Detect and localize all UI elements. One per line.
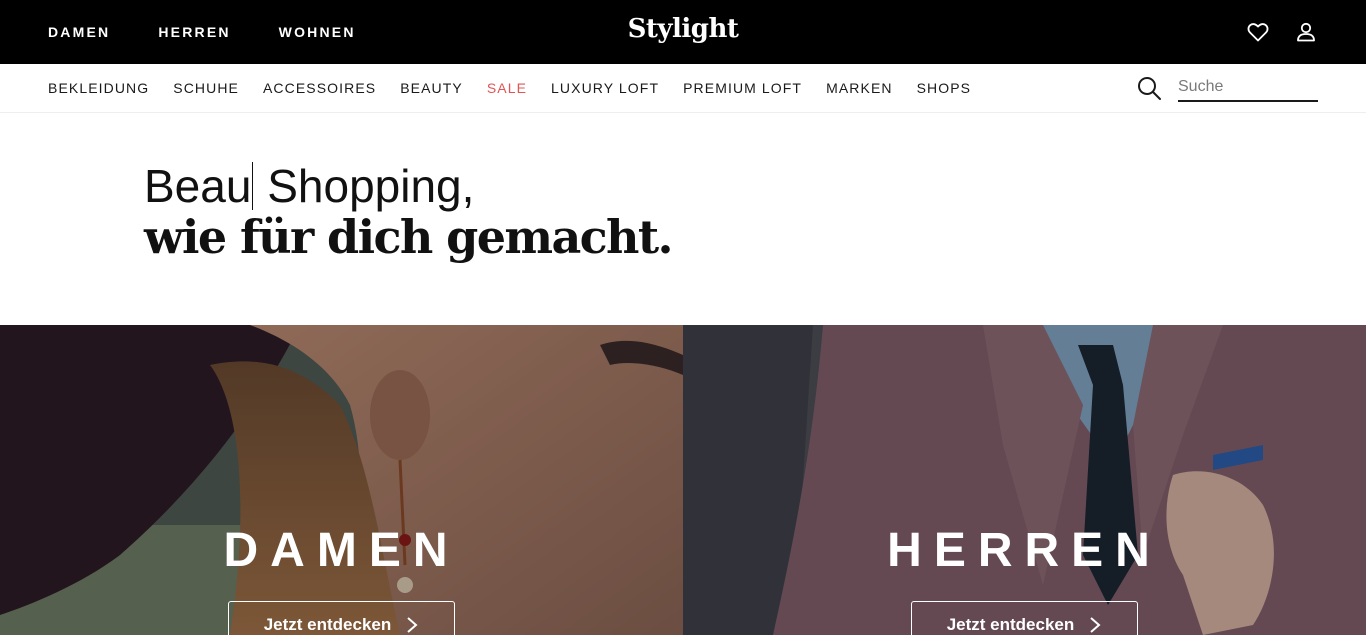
chevron-right-icon <box>407 617 418 633</box>
chevron-right-icon <box>1090 617 1101 633</box>
category-beauty[interactable]: BEAUTY <box>400 80 463 96</box>
top-bar: DAMEN HERREN WOHNEN Stylight <box>0 0 1366 64</box>
account-icons <box>1222 0 1318 64</box>
hero-line-2: wie für dich gemacht. <box>144 210 674 264</box>
gender-nav: DAMEN HERREN WOHNEN <box>48 0 404 64</box>
category-marken[interactable]: MARKEN <box>826 80 893 96</box>
search-box <box>1136 74 1318 102</box>
damen-panel-image <box>0 325 683 635</box>
hero-line-1-rest: Shopping, <box>254 160 475 212</box>
herren-panel[interactable]: HERREN Jetzt entdecken <box>683 325 1366 635</box>
category-shops[interactable]: SHOPS <box>917 80 972 96</box>
damen-cta-label: Jetzt entdecken <box>263 615 392 634</box>
category-premium-loft[interactable]: PREMIUM LOFT <box>683 80 802 96</box>
hero-headline: Beau Shopping, wie für dich gemacht. <box>144 160 674 264</box>
herren-panel-image <box>683 325 1366 635</box>
nav-wohnen[interactable]: WOHNEN <box>279 24 356 40</box>
category-sale[interactable]: SALE <box>487 80 527 96</box>
nav-damen[interactable]: DAMEN <box>48 24 110 40</box>
herren-title: HERREN <box>887 524 1162 577</box>
search-icon[interactable] <box>1136 75 1162 101</box>
category-luxury-loft[interactable]: LUXURY LOFT <box>551 80 659 96</box>
category-bar: BEKLEIDUNG SCHUHE ACCESSOIRES BEAUTY SAL… <box>0 64 1366 113</box>
heart-icon[interactable] <box>1246 20 1270 44</box>
stylight-logo[interactable]: Stylight <box>628 14 739 44</box>
hero-line-1: Beau Shopping, <box>144 160 672 212</box>
user-icon[interactable] <box>1294 20 1318 44</box>
category-bekleidung[interactable]: BEKLEIDUNG <box>48 80 149 96</box>
search-input[interactable] <box>1178 74 1318 102</box>
nav-herren[interactable]: HERREN <box>158 24 230 40</box>
herren-cta-button[interactable]: Jetzt entdecken <box>911 601 1138 635</box>
hero-typed-text: Beau <box>144 160 252 212</box>
damen-panel[interactable]: DAMEN Jetzt entdecken <box>0 325 683 635</box>
herren-cta-label: Jetzt entdecken <box>946 615 1075 634</box>
damen-title: DAMEN <box>223 524 460 577</box>
category-nav: BEKLEIDUNG SCHUHE ACCESSOIRES BEAUTY SAL… <box>48 64 995 112</box>
category-accessoires[interactable]: ACCESSOIRES <box>263 80 376 96</box>
damen-cta-button[interactable]: Jetzt entdecken <box>228 601 455 635</box>
category-schuhe[interactable]: SCHUHE <box>173 80 239 96</box>
